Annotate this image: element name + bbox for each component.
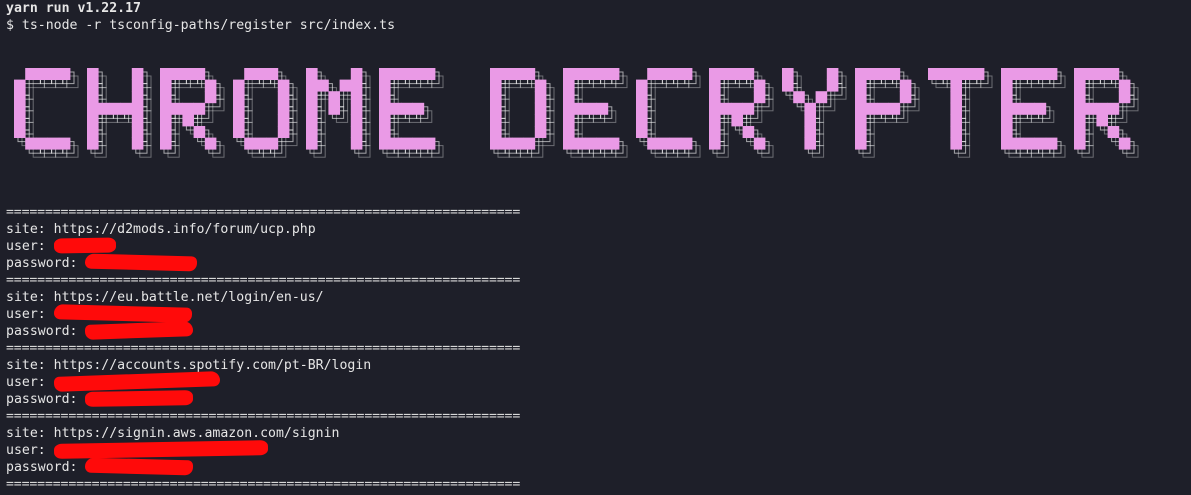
banner-pixels <box>14 68 1139 158</box>
site-label: site: <box>6 426 54 441</box>
banner-art <box>14 68 1139 158</box>
password-label: password: <box>6 460 86 475</box>
user-line: user: <box>6 304 192 323</box>
user-line: user: <box>6 440 268 459</box>
password-label: password: <box>6 392 86 407</box>
redacted-password <box>85 390 194 407</box>
user-label: user: <box>6 307 54 322</box>
password-label: password: <box>6 324 86 339</box>
site-url: https://eu.battle.net/login/en-us/ <box>53 290 324 305</box>
user-line: user: <box>6 237 116 255</box>
redacted-password <box>85 253 198 272</box>
site-line: site: https://signin.aws.amazon.com/sign… <box>6 425 339 442</box>
separator-line: ========================================… <box>6 341 521 356</box>
user-line: user: <box>6 371 220 392</box>
banner-letters <box>14 68 1131 150</box>
site-url: https://d2mods.info/forum/ucp.php <box>53 222 316 237</box>
site-label: site: <box>6 222 54 237</box>
terminal-window[interactable]: yarn run v1.22.17 $ ts-node -r tsconfig-… <box>0 0 1191 495</box>
separator-line: ========================================… <box>6 273 521 288</box>
site-line: site: https://eu.battle.net/login/en-us/ <box>6 289 324 306</box>
user-label: user: <box>6 375 54 390</box>
password-line: password: <box>6 253 198 272</box>
redacted-user <box>53 237 116 254</box>
redacted-password <box>85 457 194 476</box>
site-label: site: <box>6 290 54 305</box>
password-line: password: <box>6 321 194 340</box>
redacted-password <box>85 321 194 340</box>
redacted-user <box>53 304 192 323</box>
user-label: user: <box>6 443 54 458</box>
ascii-banner <box>8 58 1184 168</box>
site-label: site: <box>6 358 54 373</box>
password-line: password: <box>6 390 194 408</box>
site-line: site: https://d2mods.info/forum/ucp.php <box>6 221 316 238</box>
separator-line: ========================================… <box>6 477 521 492</box>
redacted-user <box>53 440 268 459</box>
redacted-user <box>53 371 220 392</box>
separator-line: ========================================… <box>6 205 521 220</box>
password-line: password: <box>6 457 194 476</box>
command-line: $ ts-node -r tsconfig-paths/register src… <box>6 18 396 33</box>
separator-line: ========================================… <box>6 409 521 424</box>
yarn-version-line: yarn run v1.22.17 <box>6 1 141 16</box>
site-url: https://signin.aws.amazon.com/signin <box>53 426 340 441</box>
password-label: password: <box>6 256 86 271</box>
user-label: user: <box>6 239 54 254</box>
